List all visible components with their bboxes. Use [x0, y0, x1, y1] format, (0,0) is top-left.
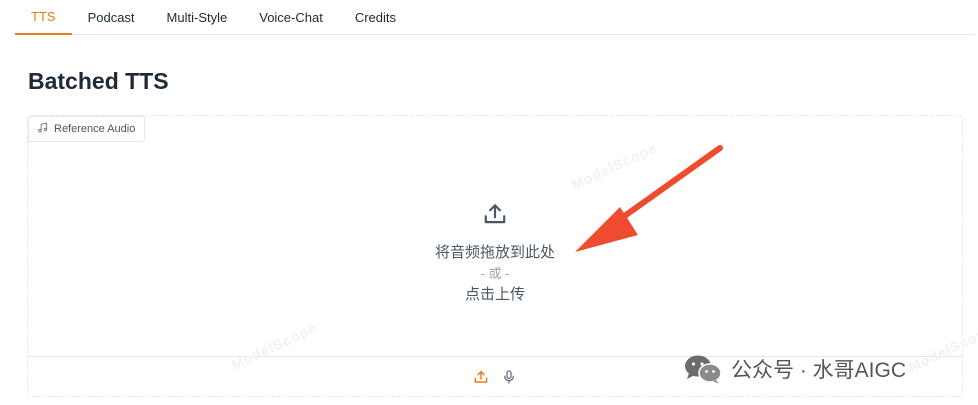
- tab-label: Voice-Chat: [259, 10, 323, 25]
- tab-credits[interactable]: Credits: [339, 0, 412, 35]
- microphone-icon: [504, 369, 514, 384]
- audio-drop-zone[interactable]: 将音频拖放到此处 - 或 - 点击上传: [28, 142, 962, 356]
- tab-bar: TTS Podcast Multi-Style Voice-Chat Credi…: [15, 0, 975, 35]
- tab-label: Multi-Style: [166, 10, 228, 25]
- reference-audio-label: Reference Audio: [28, 116, 146, 142]
- tab-label: Credits: [354, 10, 397, 25]
- upload-icon: [474, 370, 488, 383]
- drop-instruction: 将音频拖放到此处: [434, 243, 555, 261]
- wechat-watermark: 公众号 · 水哥AIGC: [683, 353, 906, 385]
- tab-tts[interactable]: TTS: [15, 0, 72, 35]
- page-title: Batched TTS: [28, 68, 169, 94]
- upload-source-button[interactable]: [472, 368, 490, 386]
- wechat-icon: [685, 355, 722, 384]
- reference-audio-label-text: Reference Audio: [54, 123, 136, 135]
- tab-voice-chat[interactable]: Voice-Chat: [243, 0, 339, 35]
- wechat-account-text: 公众号 · 水哥AIGC: [731, 359, 907, 382]
- music-note-icon: [37, 122, 48, 136]
- tab-podcast[interactable]: Podcast: [72, 0, 151, 35]
- upload-icon: [482, 201, 508, 232]
- click-upload-text: 点击上传: [464, 285, 525, 303]
- tab-label: TTS: [31, 9, 56, 24]
- annotation-arrow: [575, 145, 723, 252]
- tab-label: Podcast: [87, 10, 135, 25]
- drop-or-separator: - 或 -: [480, 265, 510, 281]
- tab-multi-style[interactable]: Multi-Style: [151, 0, 244, 35]
- microphone-source-button[interactable]: [500, 368, 518, 386]
